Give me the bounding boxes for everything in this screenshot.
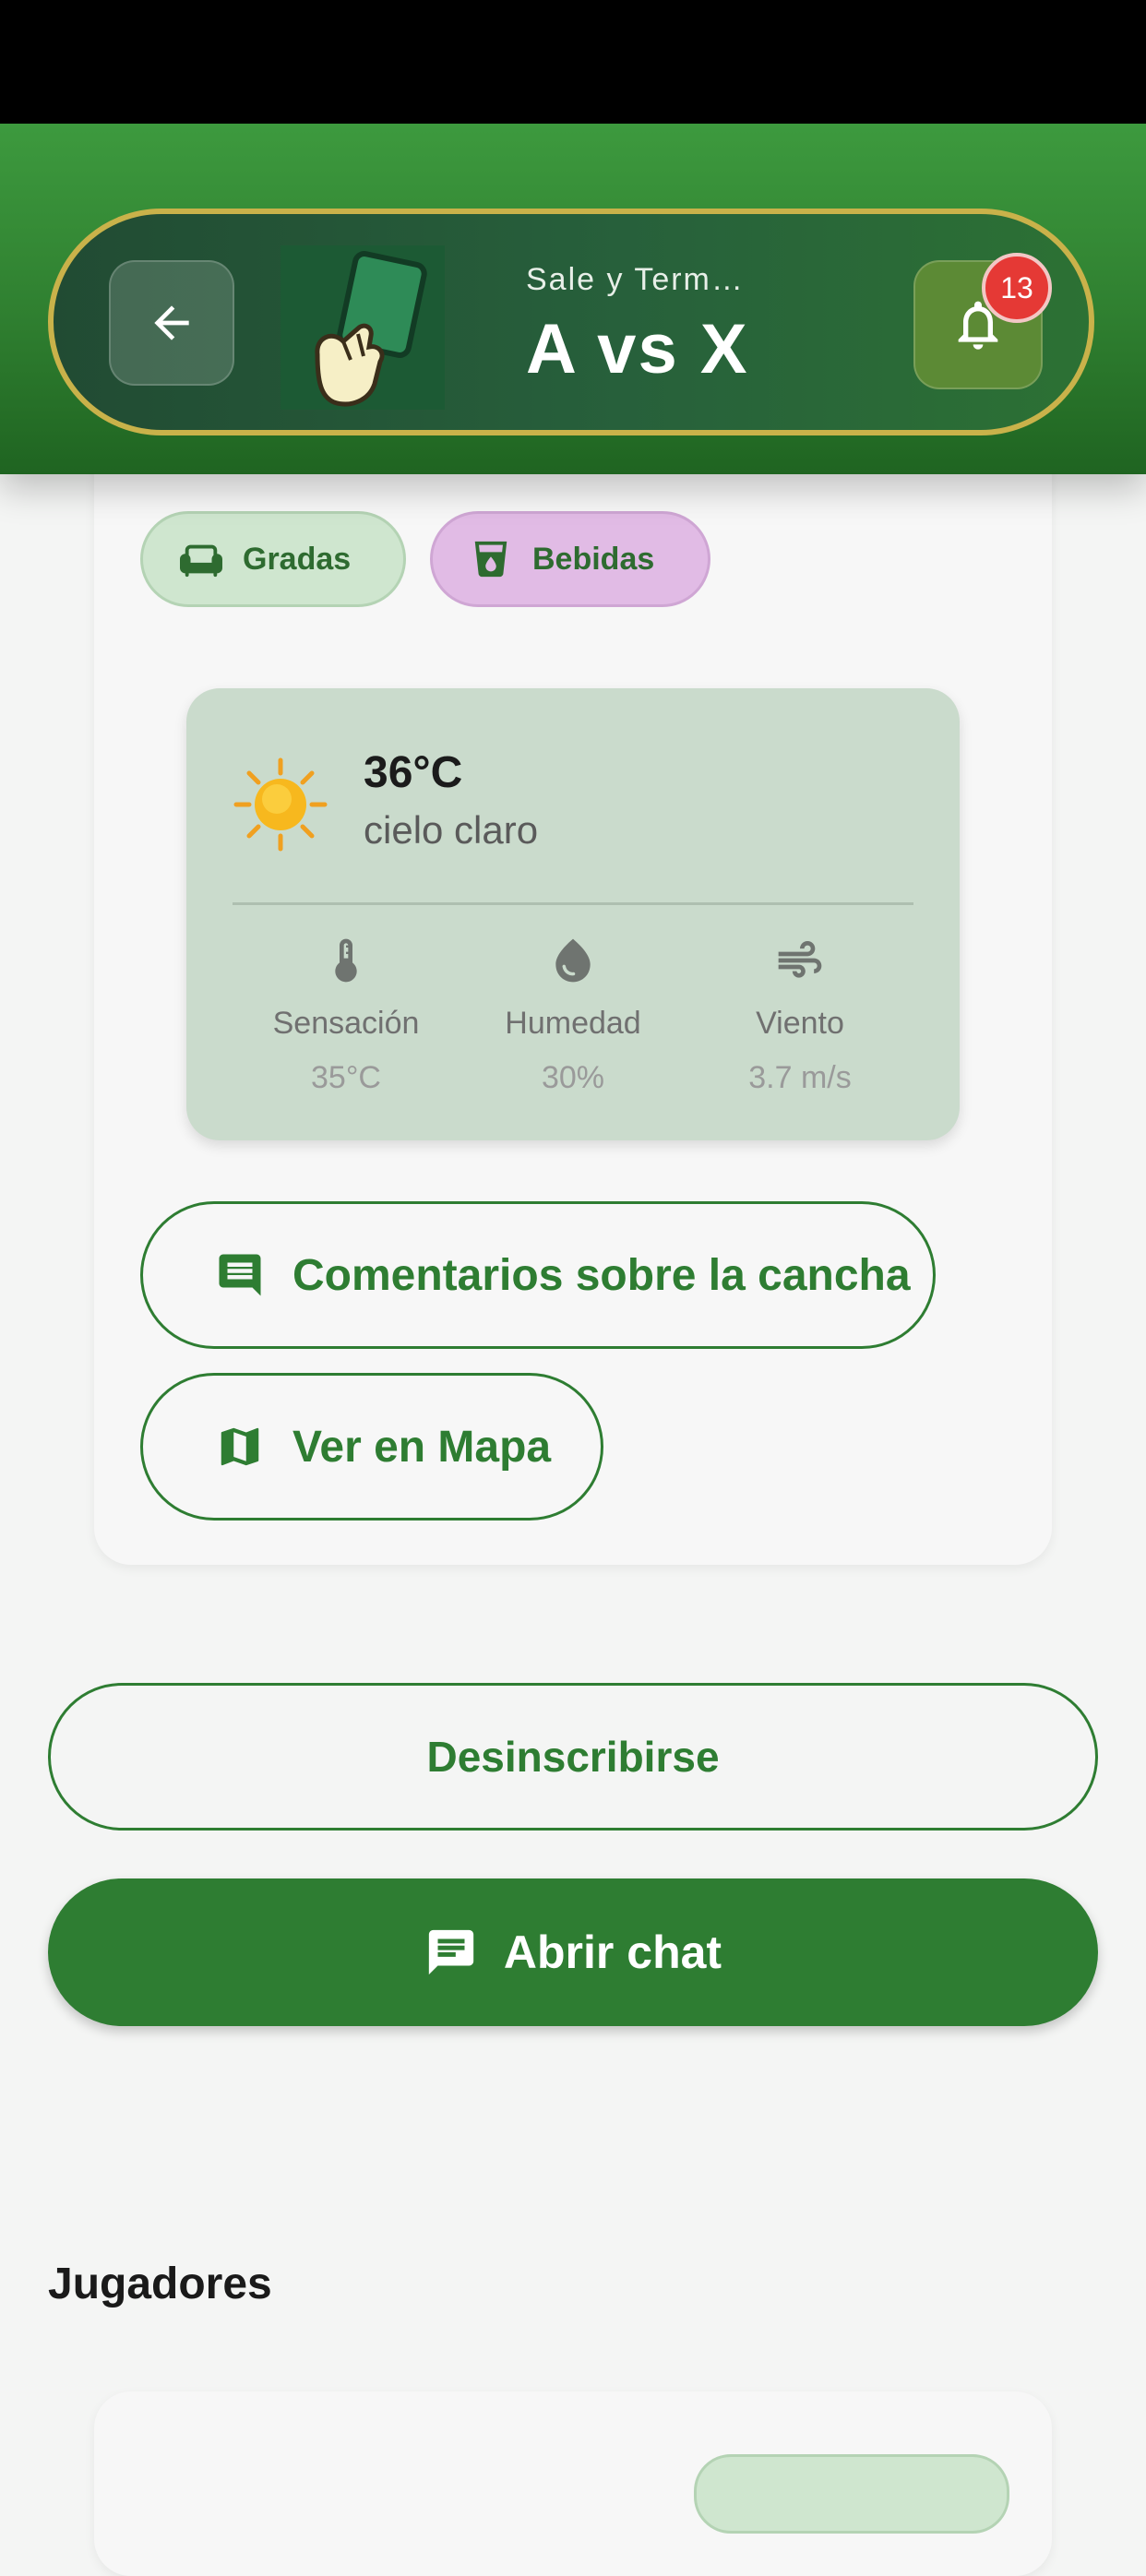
players-section-title: Jugadores bbox=[48, 2260, 272, 2308]
arrow-left-icon bbox=[154, 305, 189, 340]
droplet-icon bbox=[555, 938, 591, 983]
comments-label: Comentarios sobre la cancha bbox=[292, 1250, 911, 1300]
header-subtitle: Sale y Termi… bbox=[526, 262, 747, 297]
open-chat-button[interactable]: Abrir chat bbox=[48, 1878, 1098, 2026]
back-button[interactable] bbox=[109, 260, 234, 386]
header-title: A vs X bbox=[526, 310, 749, 388]
weather-divider bbox=[233, 902, 913, 905]
unsubscribe-button[interactable]: Desinscribirse bbox=[48, 1683, 1098, 1831]
map-button[interactable]: Ver en Mapa bbox=[140, 1373, 603, 1521]
metric-viento: Viento 3.7 m/s bbox=[686, 928, 913, 1096]
match-header: Sale y Termi… A vs X bbox=[48, 209, 1094, 435]
chat-label: Abrir chat bbox=[503, 1926, 722, 1978]
metric-label: Viento bbox=[756, 1006, 844, 1041]
comments-button[interactable]: Comentarios sobre la cancha bbox=[140, 1201, 936, 1349]
amenity-label: Bebidas bbox=[532, 541, 655, 577]
sun-icon bbox=[233, 757, 328, 852]
metric-value: 3.7 m/s bbox=[748, 1060, 852, 1095]
green-card-hand-icon bbox=[281, 245, 445, 410]
thermometer-icon bbox=[335, 938, 357, 983]
amenity-label: Gradas bbox=[243, 541, 352, 577]
weather-description: cielo claro bbox=[364, 808, 539, 852]
metric-value: 35°C bbox=[311, 1060, 381, 1095]
app-bar: Sale y Termi… A vs X 13 bbox=[0, 124, 1146, 474]
amenity-chip-bebidas: Bebidas bbox=[430, 511, 710, 607]
metric-label: Humedad bbox=[505, 1006, 641, 1041]
wind-icon bbox=[778, 941, 822, 978]
metric-sensacion: Sensación 35°C bbox=[233, 928, 460, 1096]
map-icon bbox=[221, 1427, 259, 1466]
metric-value: 30% bbox=[541, 1060, 605, 1095]
amenity-chip-gradas: Gradas bbox=[140, 511, 406, 607]
comment-icon bbox=[219, 1254, 261, 1296]
match-image bbox=[281, 245, 445, 410]
weather-temperature: 36°C bbox=[364, 748, 463, 797]
cup-icon bbox=[474, 541, 507, 578]
sofa-icon bbox=[180, 544, 222, 578]
player-chip[interactable] bbox=[694, 2454, 1009, 2534]
status-bar bbox=[0, 0, 1146, 124]
metric-humedad: Humedad 30% bbox=[460, 928, 686, 1096]
map-label: Ver en Mapa bbox=[292, 1422, 552, 1472]
notification-badge: 13 bbox=[982, 253, 1052, 323]
weather-card: 36°C cielo claro Sensación 35°C Humedad … bbox=[186, 688, 960, 1140]
chat-icon bbox=[428, 1929, 474, 1975]
header-titles: Sale y Termi… A vs X bbox=[526, 262, 877, 389]
metric-label: Sensación bbox=[272, 1006, 420, 1041]
